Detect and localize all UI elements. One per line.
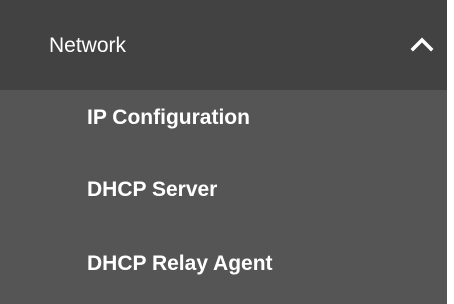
panel-edge <box>447 0 454 304</box>
nav-item-dhcp-relay-agent[interactable]: DHCP Relay Agent <box>0 228 447 300</box>
network-section-header[interactable]: Network <box>0 0 447 90</box>
nav-item-dhcp-server[interactable]: DHCP Server <box>0 156 447 228</box>
nav-item-label: DHCP Server <box>87 178 218 201</box>
network-section-label: Network <box>49 34 127 57</box>
nav-item-label: IP Configuration <box>87 106 250 129</box>
nav-item-ip-configuration[interactable]: IP Configuration <box>0 84 447 156</box>
chevron-up-icon[interactable] <box>410 36 434 52</box>
network-nav-panel: Network IP Configuration DHCP Server DHC… <box>0 0 447 304</box>
nav-item-label: DHCP Relay Agent <box>87 252 273 275</box>
